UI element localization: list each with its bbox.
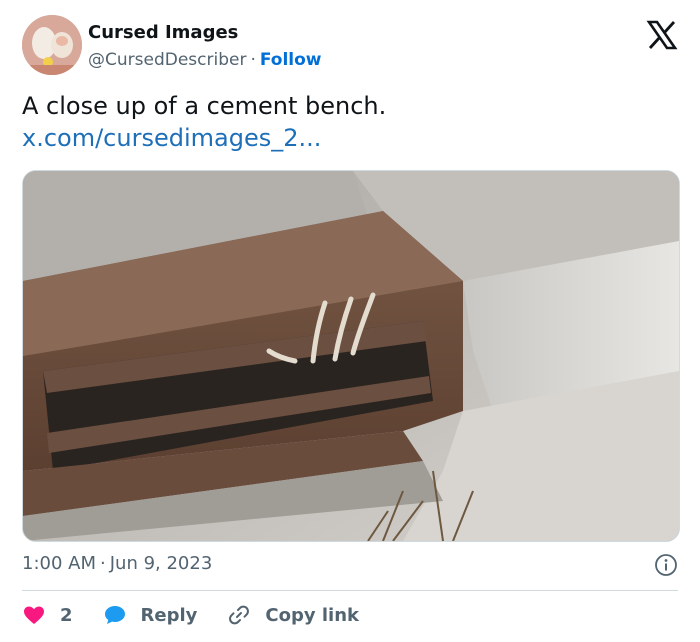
copy-link-button[interactable]: Copy link <box>227 603 359 627</box>
author-line: @CursedDescriber · Follow <box>88 47 322 73</box>
info-icon[interactable] <box>654 553 678 577</box>
like-count: 2 <box>60 604 73 626</box>
reply-bubble-icon <box>103 603 127 627</box>
tweet-timestamp[interactable]: 1:00 AM · Jun 9, 2023 <box>22 549 678 579</box>
heart-icon <box>22 603 46 627</box>
reply-label: Reply <box>140 604 198 626</box>
author-handle[interactable]: @CursedDescriber <box>88 50 246 70</box>
like-button[interactable]: 2 <box>22 603 73 627</box>
divider <box>22 590 678 591</box>
tweet-body: A close up of a cement bench. x.com/curs… <box>22 90 386 154</box>
action-bar: 2 Reply Copy link <box>22 600 389 630</box>
separator: · <box>250 50 256 70</box>
author-name[interactable]: Cursed Images <box>88 21 322 45</box>
tweet-photo[interactable] <box>22 170 680 542</box>
follow-button[interactable]: Follow <box>260 50 322 70</box>
x-logo-icon[interactable] <box>646 19 678 51</box>
tweet-text: A close up of a cement bench. <box>22 92 387 120</box>
photo-content <box>23 171 679 541</box>
link-icon <box>227 603 251 627</box>
avatar[interactable] <box>22 15 82 75</box>
separator: · <box>100 553 106 574</box>
tweet-date: Jun 9, 2023 <box>109 553 213 574</box>
copy-link-label: Copy link <box>265 604 359 626</box>
author-block: Cursed Images @CursedDescriber · Follow <box>88 21 322 73</box>
tweet-header: Cursed Images @CursedDescriber · Follow <box>22 15 678 79</box>
tweet-link[interactable]: x.com/cursedimages_2... <box>22 122 386 154</box>
tweet-time: 1:00 AM <box>22 553 96 574</box>
reply-button[interactable]: Reply <box>103 603 198 627</box>
